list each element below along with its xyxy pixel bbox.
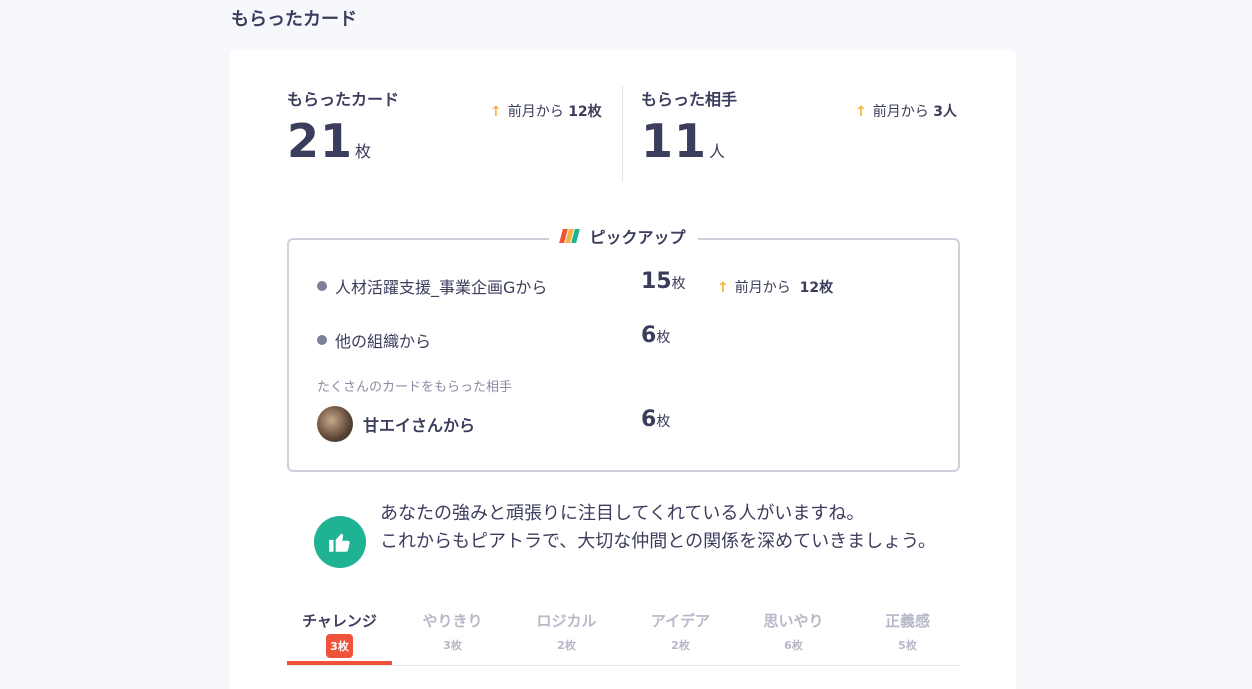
tab-omoiyari[interactable]: 思いやり 6枚 [741, 610, 846, 653]
pickup-row-count: 6枚 [641, 323, 670, 348]
people-stat-value: 11 人 [641, 114, 725, 168]
tab-label: チャレンジ [302, 612, 377, 630]
message-line-2: これからもピアトラで、大切な仲間との関係を深めていきましょう。 [380, 531, 937, 552]
message-text: あなたの強みと頑張りに注目してくれている人がいますね。 これからもピアトラで、大… [380, 500, 940, 556]
tab-count-badge: 3枚 [326, 634, 353, 658]
top-sender-count: 6枚 [641, 407, 670, 432]
section-title: もらったカード [231, 9, 357, 30]
cards-change-value: 12枚 [568, 104, 602, 120]
tab-label: 正義感 [884, 612, 930, 630]
tab-count: 2枚 [671, 639, 690, 652]
thumbs-up-icon [314, 516, 366, 568]
top-sender-count-value: 6 [641, 407, 657, 432]
people-change-value: 3人 [933, 104, 957, 120]
pickup-row-change: ↑ 前月から 12枚 [717, 277, 833, 297]
pickup-row-label: 他の組織から [335, 332, 432, 351]
pickup-stripes-icon [559, 229, 581, 243]
pickup-change-value: 12枚 [799, 280, 834, 296]
tab-count: 5枚 [898, 639, 917, 652]
tab-label: 思いやり [763, 612, 824, 630]
arrow-up-icon: ↑ [490, 104, 502, 120]
tab-count: 3枚 [443, 639, 462, 652]
pickup-row-team: 人材活躍支援_事業企画Gから [317, 274, 547, 298]
pickup-title: ピックアップ [589, 228, 686, 247]
top-sender-name[interactable]: 甘エイさんから [363, 412, 475, 436]
tab-count: 6枚 [784, 639, 803, 652]
pickup-row-other: 他の組織から [317, 328, 431, 352]
pickup-legend: ピックアップ [289, 224, 958, 248]
arrow-up-icon: ↑ [717, 280, 729, 296]
pickup-row-label: 人材活躍支援_事業企画Gから [335, 278, 548, 297]
tab-count: 2枚 [557, 639, 576, 652]
arrow-up-icon: ↑ [855, 104, 867, 120]
tab-yarikiri[interactable]: やりきり 3枚 [400, 610, 505, 653]
people-change-prefix: 前月から [872, 104, 929, 120]
bullet-icon [317, 281, 327, 291]
cards-stat-label: もらったカード [287, 90, 400, 109]
cards-stat-value: 21 枚 [287, 114, 371, 168]
cards-unit: 枚 [355, 142, 372, 161]
tab-challenge[interactable]: チャレンジ 3枚 [287, 610, 392, 665]
tab-logical[interactable]: ロジカル 2枚 [514, 610, 619, 653]
pickup-row-count-unit: 枚 [656, 330, 671, 346]
stats-divider [622, 86, 623, 182]
cards-stat: もらったカード 21 枚 [287, 86, 400, 168]
bullet-icon [317, 335, 327, 345]
people-count: 11 [641, 114, 708, 168]
received-cards-panel: もらったカード 21 枚 ↑ 前月から 12枚 もらった相手 11 人 ↑ 前月から 3… [230, 50, 1016, 689]
people-stat: もらった相手 11 人 [641, 86, 738, 168]
tab-idea[interactable]: アイデア 2枚 [628, 610, 733, 653]
top-sender-note: たくさんのカードをもらった相手 [317, 380, 513, 395]
message-line-1: あなたの強みと頑張りに注目してくれている人がいますね。 [380, 503, 865, 524]
tab-label: やりきり [422, 612, 483, 630]
cards-count: 21 [287, 114, 354, 168]
tab-label: ロジカル [536, 612, 597, 630]
virtue-tabs: チャレンジ 3枚 やりきり 3枚 ロジカル 2枚 アイデア 2枚 思いやり 6枚… [287, 610, 960, 666]
tab-justice[interactable]: 正義感 5枚 [855, 610, 960, 653]
top-sender-row[interactable]: 甘エイさんから [317, 406, 475, 442]
cards-change: ↑ 前月から 12枚 [490, 101, 602, 121]
people-change: ↑ 前月から 3人 [855, 101, 957, 121]
pickup-change-prefix: 前月から [734, 280, 791, 296]
pickup-row-count-unit: 枚 [671, 276, 686, 292]
pickup-row-count-value: 15 [641, 269, 672, 294]
pickup-row-count: 15枚 [641, 269, 686, 294]
pickup-box: ピックアップ 人材活躍支援_事業企画Gから 15枚 ↑ 前月から 12枚 他の組織… [287, 224, 960, 472]
top-sender-count-unit: 枚 [656, 414, 671, 430]
avatar[interactable] [317, 406, 353, 442]
people-unit: 人 [709, 142, 726, 161]
pickup-row-count-value: 6 [641, 323, 657, 348]
cards-change-prefix: 前月から [507, 104, 564, 120]
tab-label: アイデア [650, 612, 711, 630]
people-stat-label: もらった相手 [641, 90, 738, 109]
